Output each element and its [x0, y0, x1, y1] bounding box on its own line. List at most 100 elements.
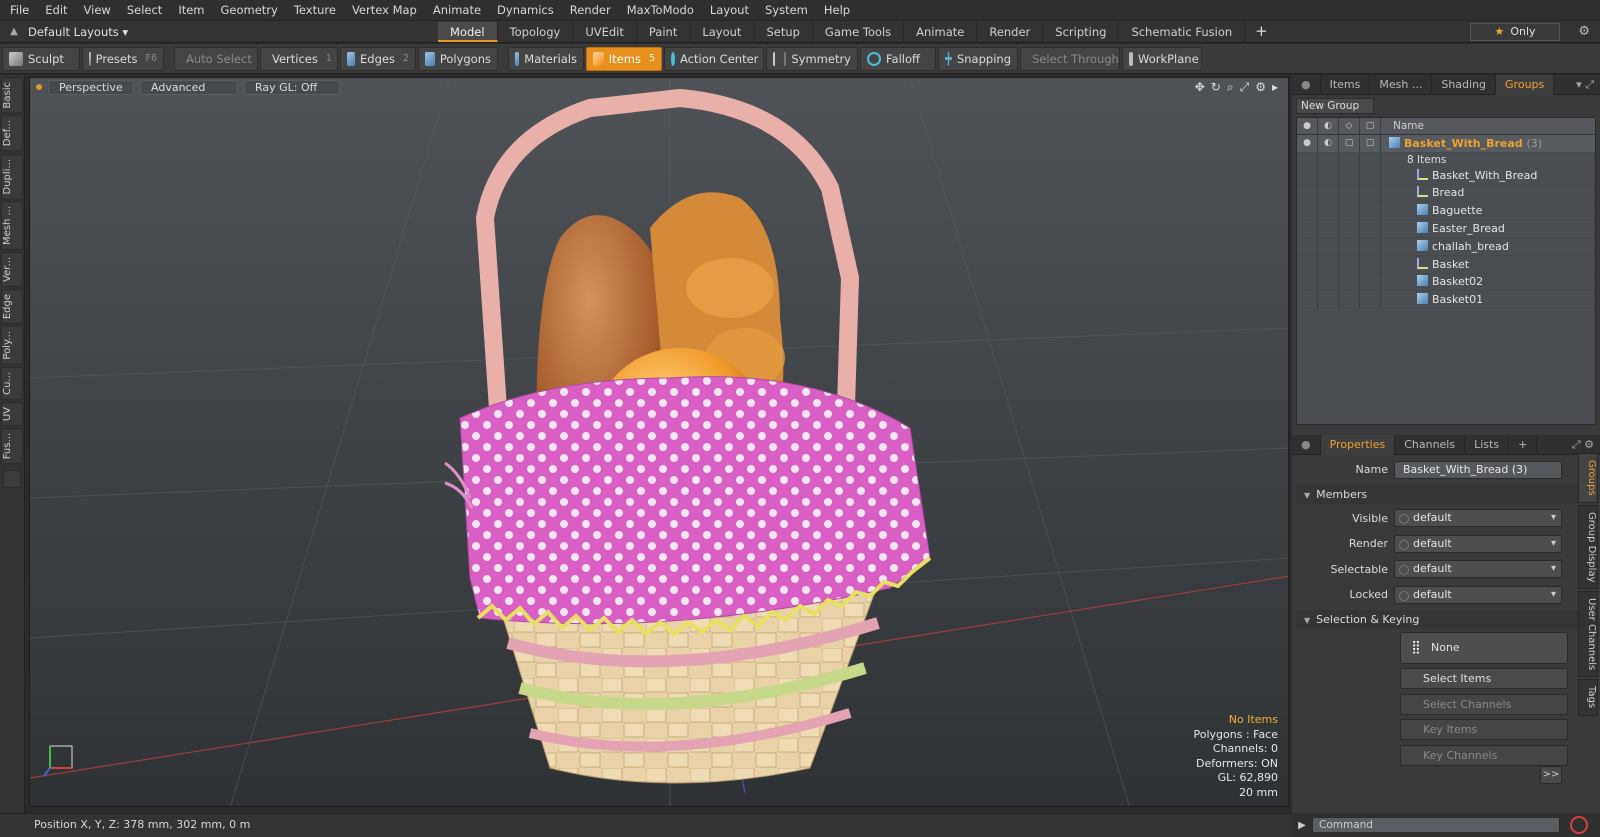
tab-schematic-fusion[interactable]: Schematic Fusion	[1119, 21, 1246, 42]
add-tab-plus-icon[interactable]: +	[1509, 434, 1538, 455]
menu-layout[interactable]: Layout	[702, 0, 757, 21]
viewport-gear-icon[interactable]: ⚙	[1255, 80, 1266, 95]
left-tab-uv[interactable]: UV	[1, 401, 23, 426]
select-items-button[interactable]: Select Items	[1400, 668, 1568, 689]
list-item[interactable]: Bread	[1297, 184, 1595, 203]
menu-render[interactable]: Render	[562, 0, 619, 21]
gear-icon[interactable]: ⚙	[1578, 24, 1590, 39]
sculpt-button[interactable]: Sculpt	[2, 46, 80, 71]
viewport-menu-dot-icon[interactable]	[36, 84, 42, 90]
group-row[interactable]: ● ◐ ▢ ▢ Basket_With_Bread (3)	[1297, 134, 1595, 153]
select-icon[interactable]: ▢	[1360, 117, 1381, 135]
layout-dropdown[interactable]: Default Layouts ▾	[28, 25, 438, 39]
tab-channels[interactable]: Channels	[1395, 434, 1466, 455]
tab-uvedit[interactable]: UVEdit	[573, 21, 637, 42]
properties-expand-icon[interactable]: ⤢ ⚙	[1572, 438, 1594, 452]
none-button[interactable]: ⣿ None	[1400, 631, 1568, 664]
list-item[interactable]: Basket_With_Bread	[1297, 166, 1595, 185]
left-tab-vertex[interactable]: Ver...	[1, 252, 23, 288]
group-name-field[interactable]: Basket_With_Bread (3)	[1394, 460, 1562, 479]
tab-topology[interactable]: Topology	[498, 21, 574, 42]
row-render-icon[interactable]: ◐	[1318, 134, 1339, 153]
new-group-button[interactable]: New Group	[1296, 98, 1374, 114]
tab-scripting[interactable]: Scripting	[1043, 21, 1120, 42]
auto-select-button[interactable]: Auto Select	[174, 46, 258, 71]
list-item[interactable]: Basket02	[1297, 273, 1595, 292]
left-tab-fusion[interactable]: Fus...	[1, 427, 23, 465]
more-button[interactable]: >>	[1540, 766, 1562, 784]
side-tab-tags[interactable]: Tags	[1578, 679, 1598, 716]
list-item[interactable]: Easter_Bread	[1297, 219, 1595, 238]
lock-icon[interactable]: ◇	[1339, 117, 1360, 135]
command-input[interactable]: Command	[1312, 817, 1560, 833]
menu-system[interactable]: System	[757, 0, 816, 21]
menu-vertex-map[interactable]: Vertex Map	[344, 0, 425, 21]
key-items-button[interactable]: Key Items	[1400, 719, 1568, 740]
tab-setup[interactable]: Setup	[754, 21, 813, 42]
members-section[interactable]: ▼ Members	[1296, 484, 1578, 504]
left-tab-basic[interactable]: Basic	[1, 77, 23, 114]
shading-mode-button[interactable]: Advanced	[140, 79, 238, 95]
row-lock-icon[interactable]: ▢	[1339, 134, 1360, 153]
visible-dropdown[interactable]: default	[1394, 509, 1562, 528]
selectable-dropdown[interactable]: default	[1394, 560, 1562, 579]
menu-view[interactable]: View	[76, 0, 119, 21]
tab-shading[interactable]: Shading	[1432, 74, 1497, 95]
render-icon[interactable]: ◐	[1318, 117, 1339, 135]
menu-maxtomodo[interactable]: MaxToModo	[619, 0, 702, 21]
left-tab-extra[interactable]	[3, 470, 21, 489]
visibility-eye-icon[interactable]: ●	[1297, 117, 1318, 135]
items-button[interactable]: Items 5	[586, 46, 662, 71]
falloff-button[interactable]: Falloff	[860, 46, 936, 71]
left-tab-curve[interactable]: Cu...	[1, 366, 23, 400]
tab-model[interactable]: Model	[438, 21, 498, 42]
tab-mesh[interactable]: Mesh ...	[1370, 74, 1433, 95]
selection-keying-section[interactable]: ▼ Selection & Keying	[1296, 609, 1578, 629]
move-view-icon[interactable]: ✥	[1195, 80, 1205, 95]
workplane-button[interactable]: WorkPlane	[1122, 46, 1202, 71]
left-tab-duplicate[interactable]: Dupli...	[1, 153, 23, 200]
side-tab-groups[interactable]: Groups	[1578, 453, 1598, 503]
edges-button[interactable]: Edges 2	[340, 46, 416, 71]
menu-file[interactable]: File	[0, 0, 37, 21]
fit-view-icon[interactable]: ⤢	[1240, 80, 1250, 95]
view-type-button[interactable]: Perspective	[48, 79, 134, 95]
tab-game-tools[interactable]: Game Tools	[813, 21, 905, 42]
collapse-arrow-icon[interactable]: ▲	[0, 26, 28, 37]
left-tab-edge[interactable]: Edge	[1, 289, 23, 325]
menu-dynamics[interactable]: Dynamics	[489, 0, 562, 21]
select-channels-button[interactable]: Select Channels	[1400, 693, 1568, 715]
select-through-button[interactable]: Select Through	[1020, 46, 1120, 71]
snapping-button[interactable]: Snapping	[938, 46, 1018, 71]
list-item[interactable]: Basket01	[1297, 290, 1595, 310]
properties-dot-icon[interactable]: ●	[1292, 434, 1321, 455]
add-tab-plus-icon[interactable]: +	[1245, 21, 1278, 43]
tab-items[interactable]: Items	[1321, 74, 1371, 95]
menu-texture[interactable]: Texture	[286, 0, 344, 21]
left-tab-mesh[interactable]: Mesh ...	[1, 201, 23, 251]
rotate-view-icon[interactable]: ↻	[1211, 80, 1221, 95]
menu-help[interactable]: Help	[816, 0, 858, 21]
menu-animate[interactable]: Animate	[425, 0, 489, 21]
tab-layout[interactable]: Layout	[690, 21, 755, 42]
row-select-icon[interactable]: ▢	[1360, 134, 1381, 153]
presets-button[interactable]: Presets F6	[82, 46, 164, 71]
list-item[interactable]: challah_bread	[1297, 237, 1595, 256]
viewport-expand-icon[interactable]: ▸	[1272, 80, 1278, 95]
3d-viewport[interactable]: Perspective Advanced Ray GL: Off ✥ ↻ ⌕ ⤢…	[29, 77, 1289, 807]
only-button[interactable]: ★ Only	[1470, 23, 1560, 41]
tab-render[interactable]: Render	[977, 21, 1044, 42]
menu-item[interactable]: Item	[170, 0, 212, 21]
record-macro-icon[interactable]	[1570, 816, 1588, 834]
key-channels-button[interactable]: Key Channels	[1400, 744, 1568, 766]
action-center-button[interactable]: Action Center	[664, 46, 764, 71]
vertices-button[interactable]: Vertices 1	[260, 46, 338, 71]
tab-groups[interactable]: Groups	[1496, 74, 1555, 95]
raygl-button[interactable]: Ray GL: Off	[244, 79, 340, 95]
side-tab-group-display[interactable]: Group Display	[1578, 504, 1598, 590]
menu-select[interactable]: Select	[119, 0, 170, 21]
tab-properties[interactable]: Properties	[1320, 434, 1396, 455]
menu-edit[interactable]: Edit	[37, 0, 75, 21]
left-tab-deform[interactable]: Def...	[1, 115, 23, 152]
menu-geometry[interactable]: Geometry	[213, 0, 286, 21]
